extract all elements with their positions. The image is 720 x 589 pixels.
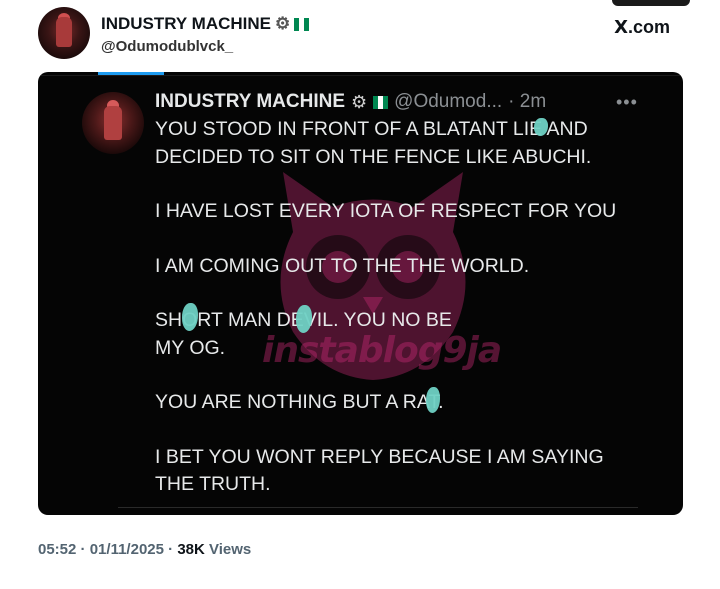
- views-count[interactable]: 38K: [177, 541, 205, 558]
- separator: ·: [76, 541, 90, 558]
- separator: ·: [163, 541, 178, 558]
- tweet-line: I BET YOU WONT REPLY BECAUSE I AM SAYING: [155, 445, 604, 468]
- gear-icon: ⚙: [275, 14, 291, 33]
- gear-icon: ⚙: [351, 91, 368, 112]
- x-logo-icon: X: [614, 17, 628, 38]
- quoted-timestamp: · 2m: [508, 91, 547, 112]
- tweet-date[interactable]: 01/11/2025: [90, 541, 164, 558]
- tweet-line: SHORT MAN DEVIL. YOU NO BE: [155, 309, 452, 331]
- tweet-meta: 05:52 · 01/11/2025 · 38K Views: [38, 541, 251, 558]
- tweet-line: DECIDED TO SIT ON THE FENCE LIKE ABUCHI.: [155, 145, 592, 168]
- author-name[interactable]: INDUSTRY MACHINE: [101, 14, 271, 34]
- tweet-line: YOU STOOD IN FRONT OF A BLATANT LIE AND: [155, 118, 588, 140]
- tweet-line: THE TRUTH.: [155, 473, 271, 495]
- quoted-author-name: INDUSTRY MACHINE: [155, 91, 346, 112]
- tweet-header: INDUSTRY MACHINE ⚙ @Odumodublvck_ X.com: [38, 6, 678, 62]
- avatar[interactable]: [38, 7, 90, 59]
- tweet-line: YOU ARE NOTHING BUT A RAT.: [155, 391, 444, 413]
- views-label: Views: [204, 541, 252, 558]
- source-label: X.com: [614, 17, 670, 38]
- quoted-tweet-text: YOU STOOD IN FRONT OF A BLATANT LIE AND …: [155, 116, 655, 499]
- quoted-header: INDUSTRY MACHINE ⚙ @Odumod... · 2m: [155, 89, 546, 115]
- tweet-line: I HAVE LOST EVERY IOTA OF RESPECT FOR YO…: [155, 200, 617, 222]
- tweet-line: I AM COMING OUT TO THE THE WORLD.: [155, 254, 530, 277]
- quoted-avatar: [82, 92, 144, 154]
- tweet-line: MY OG.: [155, 336, 226, 359]
- quoted-tweet-screenshot: instablog9ja INDUSTRY MACHINE ⚙ @Odumod.…: [38, 72, 683, 515]
- source-domain: .com: [627, 17, 670, 37]
- more-options-icon: •••: [616, 92, 638, 112]
- quoted-handle: @Odumod...: [394, 91, 503, 112]
- nigeria-flag-icon: [373, 95, 389, 109]
- author-handle[interactable]: @Odumodublvck_: [101, 38, 233, 55]
- tweet-time[interactable]: 05:52: [38, 541, 76, 558]
- nigeria-flag-icon: [294, 17, 310, 31]
- author-name-row[interactable]: INDUSTRY MACHINE ⚙: [101, 14, 310, 34]
